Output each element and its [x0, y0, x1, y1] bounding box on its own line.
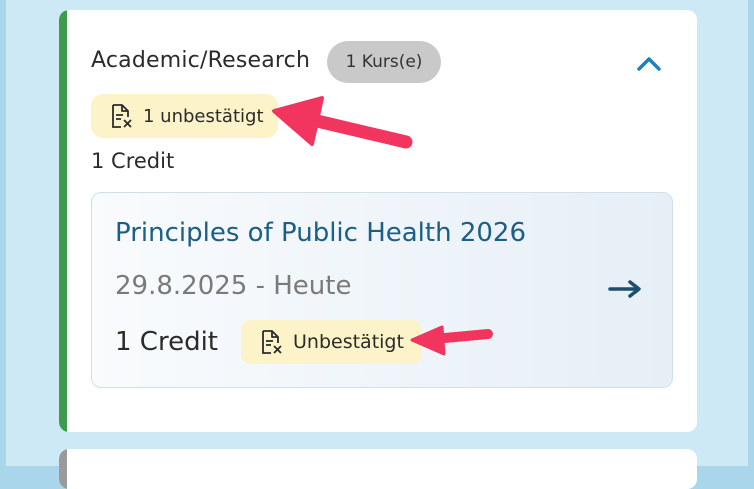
document-unconfirmed-icon [262, 330, 282, 354]
course-dates: 29.8.2025 - Heute [115, 271, 352, 301]
unconfirmed-summary-label: 1 unbestätigt [143, 105, 264, 127]
next-category-accent-bar [59, 449, 67, 489]
open-course-button[interactable] [608, 277, 644, 301]
course-count-badge: 1 Kurs(e) [327, 41, 441, 83]
course-credit: 1 Credit [115, 327, 218, 357]
document-unconfirmed-icon [112, 104, 132, 128]
course-status-badge: Unbestätigt [241, 320, 422, 364]
unconfirmed-summary-badge: 1 unbestätigt [91, 94, 278, 138]
chevron-up-icon [637, 57, 661, 71]
course-card[interactable]: Principles of Public Health 2026 29.8.20… [91, 192, 673, 388]
category-accent-bar [59, 10, 67, 432]
next-category-card[interactable] [59, 449, 697, 489]
arrow-right-icon [608, 280, 641, 298]
course-title[interactable]: Principles of Public Health 2026 [115, 218, 526, 248]
category-credit: 1 Credit [91, 149, 175, 173]
collapse-button[interactable] [629, 46, 669, 80]
category-card: Academic/Research 1 Kurs(e) 1 unbestätig… [59, 10, 697, 432]
course-status-label: Unbestätigt [293, 331, 404, 353]
category-title: Academic/Research [91, 48, 311, 73]
